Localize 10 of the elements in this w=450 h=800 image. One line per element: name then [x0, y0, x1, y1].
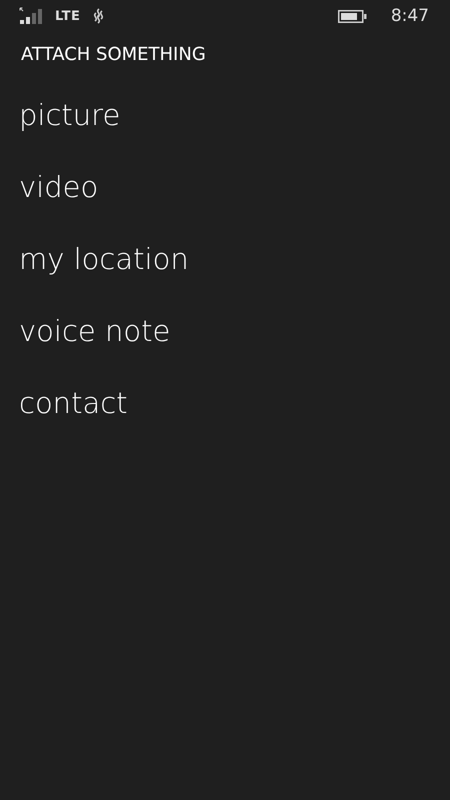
signal-icon: [19, 7, 45, 25]
menu-item[interactable]: contact: [19, 384, 128, 456]
battery-icon: [338, 10, 367, 22]
network-label: LTE: [55, 8, 80, 24]
clock-time: 8:47: [390, 6, 429, 26]
menu-item[interactable]: picture: [19, 96, 120, 168]
menu-item[interactable]: my location: [19, 240, 189, 312]
menu-item[interactable]: voice note: [19, 312, 170, 384]
page-title: ATTACH SOMETHING: [20, 43, 207, 67]
menu-item[interactable]: video: [19, 168, 98, 240]
